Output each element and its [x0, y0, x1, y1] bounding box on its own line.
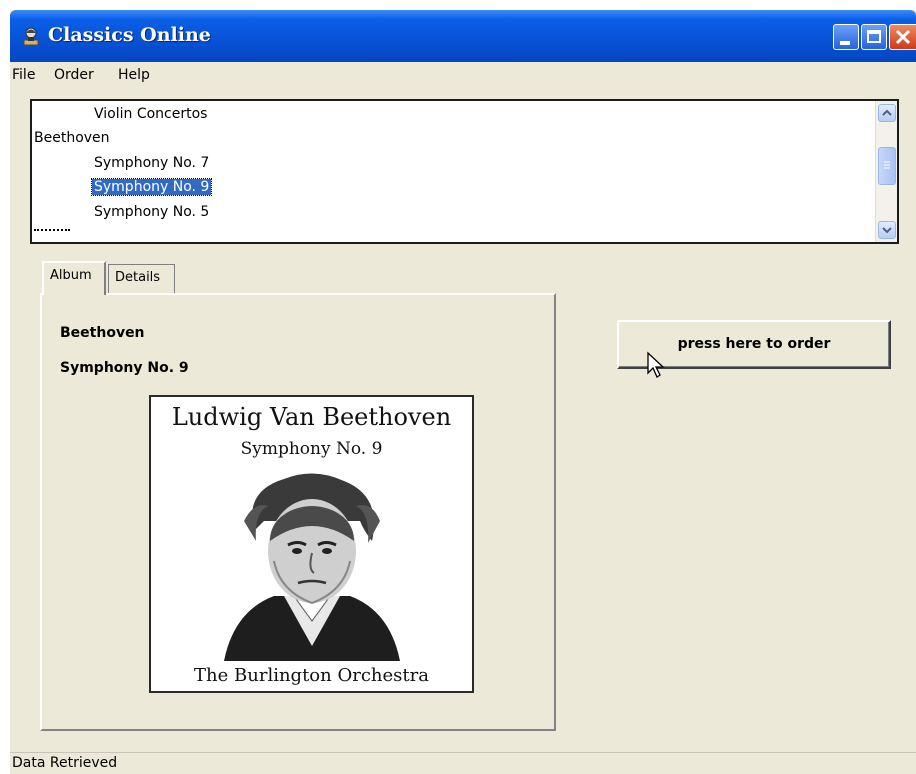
tree-item-beethoven[interactable]: Beethoven — [34, 130, 110, 146]
tree-item-symphony-7[interactable]: Symphony No. 7 — [94, 155, 209, 171]
cover-performer: The Burlington Orchestra — [194, 665, 429, 686]
cover-subtitle: Symphony No. 9 — [240, 439, 383, 459]
grip-icon — [884, 161, 890, 169]
maximize-button[interactable] — [861, 24, 887, 50]
maximize-icon — [867, 30, 881, 43]
scroll-up-button[interactable] — [878, 104, 896, 122]
album-cover: Ludwig Van Beethoven Symphony No. 9 The — [149, 395, 474, 693]
app-window: Classics Online File Order Help Violin C… — [10, 10, 916, 774]
status-text: Data Retrieved — [12, 755, 118, 771]
menu-order[interactable]: Order — [54, 67, 94, 83]
catalog-tree[interactable]: Violin Concertos Beethoven Symphony No. … — [30, 99, 899, 244]
chevron-up-icon — [882, 109, 892, 116]
close-button[interactable] — [889, 24, 916, 50]
menu-help[interactable]: Help — [118, 67, 150, 83]
tree-item-symphony-9[interactable]: Symphony No. 9 — [90, 178, 213, 196]
composer-label: Beethoven — [60, 325, 145, 341]
album-panel: Beethoven Symphony No. 9 Ludwig Van Beet… — [40, 293, 556, 731]
menu-bar: File Order Help — [10, 62, 916, 90]
tree-item-symphony-5[interactable]: Symphony No. 5 — [94, 204, 209, 220]
composer-bust-icon — [23, 27, 39, 46]
tab-details[interactable]: Details — [108, 264, 175, 294]
work-label: Symphony No. 9 — [60, 360, 189, 376]
title-bar[interactable]: Classics Online — [10, 10, 916, 62]
status-bar: Data Retrieved — [10, 752, 916, 774]
tree-item-violin-concertos[interactable]: Violin Concertos — [94, 106, 207, 122]
cover-title: Ludwig Van Beethoven — [171, 403, 452, 431]
tree-item-cutoff — [34, 229, 70, 233]
tab-details-label: Details — [115, 270, 161, 285]
menu-file[interactable]: File — [12, 67, 35, 83]
beethoven-portrait — [224, 473, 400, 661]
tab-album[interactable]: Album — [42, 261, 106, 295]
tab-album-label: Album — [50, 268, 92, 283]
window-title: Classics Online — [48, 24, 211, 46]
minimize-button[interactable] — [833, 24, 859, 50]
scroll-thumb[interactable] — [878, 147, 896, 185]
mouse-pointer-icon — [647, 351, 665, 378]
tree-scrollbar[interactable] — [875, 101, 897, 242]
minimize-icon — [840, 41, 850, 45]
scroll-down-button[interactable] — [878, 221, 896, 239]
close-icon — [895, 29, 911, 45]
chevron-down-icon — [882, 227, 892, 234]
